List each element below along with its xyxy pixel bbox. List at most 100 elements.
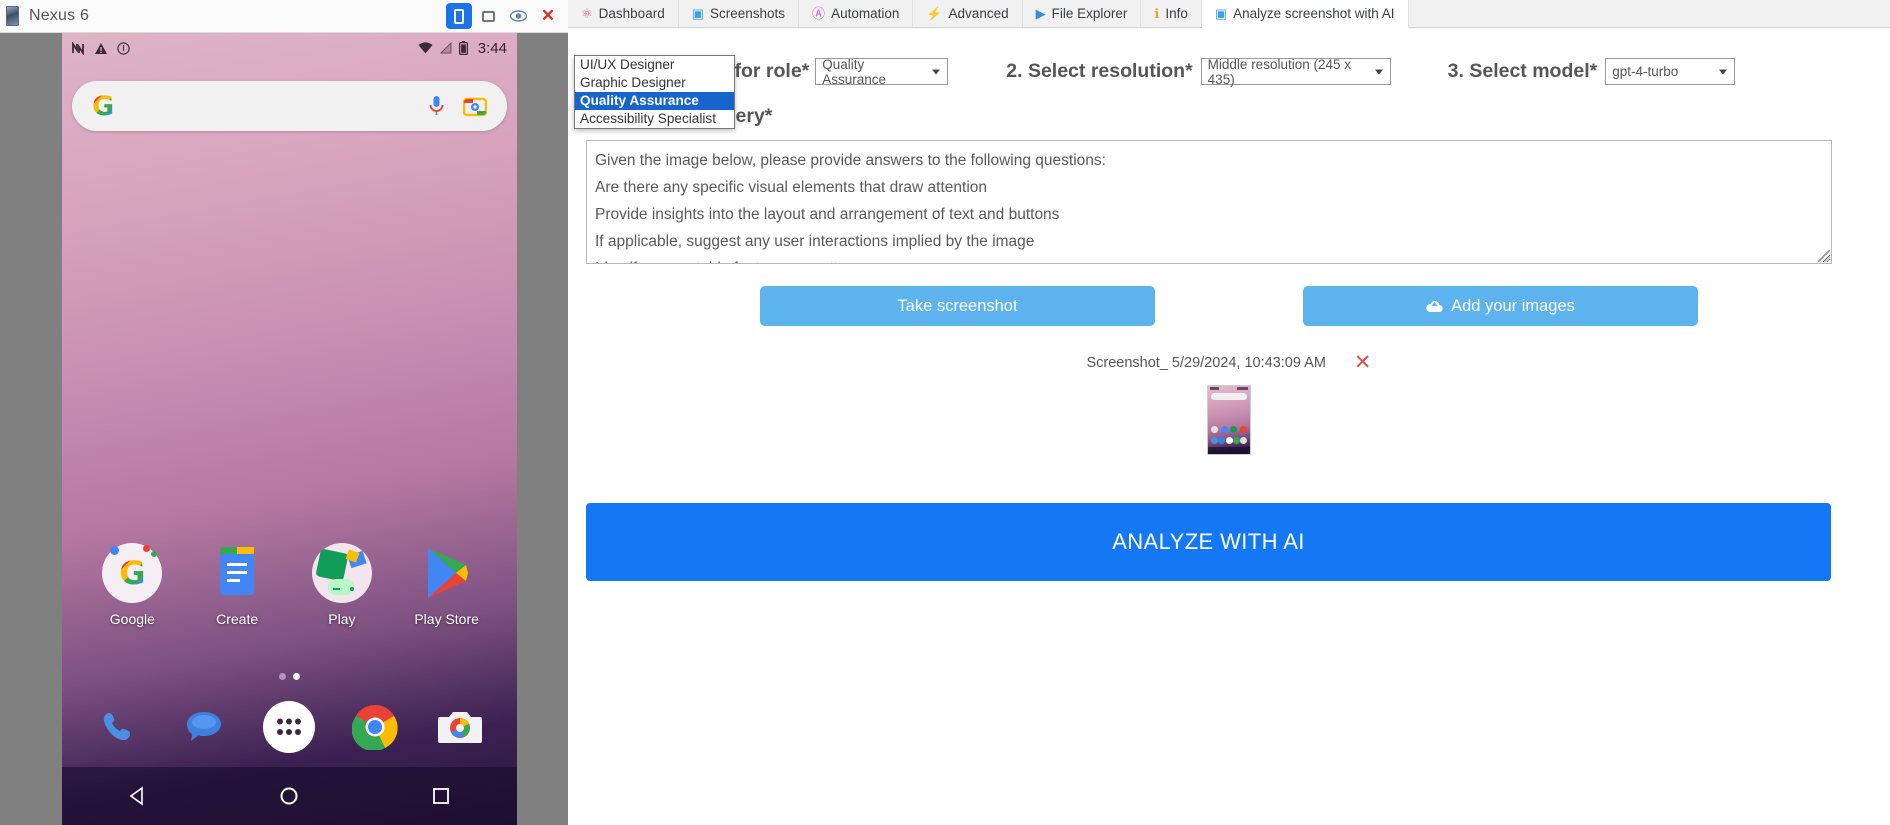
app-label: Create [216, 611, 259, 627]
chrome-icon[interactable] [349, 701, 401, 753]
microphone-icon[interactable] [428, 94, 445, 118]
analysis-form: 1. Select preset for role* Quality Assur… [568, 28, 1890, 825]
phone-device-icon [6, 6, 19, 26]
thumbnail-search-bar [1211, 393, 1247, 400]
tab-screenshots[interactable]: ▣ Screenshots [678, 0, 800, 27]
add-your-images-label: Add your images [1451, 296, 1575, 315]
app-icon-play[interactable]: Play [298, 543, 386, 627]
visibility-button[interactable] [504, 3, 532, 29]
tab-dashboard[interactable]: ⚛ Dashboard [568, 0, 679, 27]
phone-portrait-icon [454, 8, 464, 24]
model-select[interactable]: gpt-4-turbo [1605, 58, 1736, 85]
signal-icon [439, 42, 452, 54]
remove-attachment-button[interactable]: ✕ [1354, 352, 1372, 373]
app-label: Play [328, 611, 356, 627]
network-n-icon [72, 41, 84, 55]
android-status-bar: 3:44 [62, 33, 517, 63]
step-2-label: 2. Select resolution* [1006, 60, 1193, 82]
google-play-store-icon [417, 543, 477, 603]
tablet-landscape-icon [481, 10, 495, 22]
role-option-quality-assurance[interactable]: Quality Assurance [575, 92, 734, 110]
tab-advanced[interactable]: ⚡ Advanced [913, 0, 1023, 27]
chevron-down-icon [1719, 69, 1728, 74]
resolution-group: 2. Select resolution* Middle resolution … [1006, 56, 1391, 87]
info-circle-icon [117, 41, 130, 55]
back-triangle-icon[interactable] [115, 773, 161, 819]
phone-frame: 3:44 G G Google Create Play Play Store [0, 33, 568, 825]
tab-file-explorer[interactable]: ▶ File Explorer [1022, 0, 1142, 27]
lightning-bolt-icon: ⚡ [926, 6, 943, 21]
query-textarea[interactable]: Given the image below, please provide an… [586, 140, 1832, 264]
home-circle-icon[interactable] [266, 773, 312, 819]
role-option-ui-ux-designer[interactable]: UI/UX Designer [575, 56, 734, 74]
dashboard-icon: ⚛ [581, 6, 593, 21]
google-photos-camera-icon[interactable] [434, 701, 486, 753]
model-select-value: gpt-4-turbo [1612, 64, 1679, 79]
eye-icon [509, 10, 527, 22]
android-emulator-pane: Nexus 6 ✕ 3:44 G G Google Create Play Pl… [0, 0, 568, 825]
google-app-icon: G [102, 543, 163, 603]
tab-analyze-screenshot-with-ai[interactable]: ▣ Analyze screenshot with AI [1201, 0, 1409, 28]
thumbnail-nav-bar [1208, 447, 1250, 454]
recents-square-icon[interactable] [418, 773, 464, 819]
app-icon-google[interactable]: G Google [88, 543, 176, 627]
google-g-icon: G [92, 90, 115, 122]
role-select-dropdown[interactable]: UI/UX Designer Graphic Designer Quality … [574, 55, 735, 129]
tab-label: Screenshots [710, 6, 786, 21]
action-buttons-row: Take screenshot Add your images [586, 286, 1872, 326]
close-button[interactable]: ✕ [534, 3, 562, 29]
resolution-select-value: Middle resolution (245 x 435) [1207, 56, 1351, 87]
app-icon-play-store[interactable]: Play Store [403, 543, 491, 627]
camera-icon: ▣ [1214, 6, 1228, 21]
app-label: Play Store [414, 611, 479, 627]
tab-label: Analyze screenshot with AI [1233, 6, 1395, 21]
folder-icon: ▶ [1035, 6, 1046, 21]
role-option-accessibility-specialist[interactable]: Accessibility Specialist [575, 110, 734, 128]
role-select[interactable]: Quality Assurance [815, 57, 949, 87]
google-lens-icon[interactable] [463, 95, 487, 117]
wifi-icon [418, 42, 433, 54]
query-line: Identify any notable features or pattern… [595, 255, 1823, 263]
tab-automation[interactable]: Ⓐ Automation [799, 0, 914, 27]
analyze-with-ai-button[interactable]: ANALYZE WITH AI [586, 503, 1831, 581]
phone-screen: 3:44 G G Google Create Play Play Store [62, 33, 517, 825]
phone-dialer-icon[interactable] [93, 701, 145, 753]
attachment-file-name: Screenshot_ 5/29/2024, 10:43:09 AM [1086, 354, 1326, 371]
rotate-portrait-button[interactable] [446, 3, 472, 29]
add-your-images-button[interactable]: Add your images [1303, 286, 1698, 326]
page-dot-active [293, 673, 300, 680]
status-bar-clock: 3:44 [477, 39, 507, 57]
page-dot [279, 673, 286, 680]
take-screenshot-button[interactable]: Take screenshot [760, 286, 1155, 326]
tab-info[interactable]: ℹ Info [1141, 0, 1202, 27]
tab-label: Dashboard [598, 6, 665, 21]
attachment-thumbnail[interactable] [1207, 385, 1251, 455]
selects-row: 1. Select preset for role* Quality Assur… [586, 56, 1872, 87]
attachment-thumbnail-wrap [586, 385, 1872, 455]
home-screen-app-grid: G Google Create Play Play Store [62, 543, 517, 627]
query-line: Are there any specific visual elements t… [595, 179, 988, 196]
app-drawer-icon[interactable] [263, 701, 316, 753]
google-search-bar[interactable]: G [72, 81, 507, 131]
app-label: Google [109, 611, 155, 627]
ai-analysis-app-pane: ⚛ Dashboard ▣ Screenshots Ⓐ Automation ⚡… [568, 0, 1890, 825]
camera-icon: ▣ [691, 6, 704, 21]
tab-label: Advanced [948, 6, 1009, 21]
thumbnail-status-bar [1210, 387, 1248, 391]
app-icon-create[interactable]: Create [193, 543, 281, 627]
textarea-resize-handle[interactable] [1818, 250, 1830, 262]
query-line: Provide insights into the layout and arr… [595, 206, 1060, 223]
query-line: If applicable, suggest any user interact… [595, 233, 1035, 250]
rotate-landscape-button[interactable] [474, 3, 502, 29]
application-window: Nexus 6 ✕ 3:44 G G Google Create Play Pl… [0, 0, 1890, 825]
status-bar-right-icons: 3:44 [418, 40, 507, 57]
take-screenshot-label: Take screenshot [897, 296, 1018, 315]
tab-bar: ⚛ Dashboard ▣ Screenshots Ⓐ Automation ⚡… [568, 0, 1890, 28]
messages-icon[interactable] [178, 701, 230, 753]
battery-icon [458, 41, 468, 55]
android-navigation-bar [62, 767, 517, 825]
cloud-upload-icon [1426, 301, 1443, 313]
role-option-graphic-designer[interactable]: Graphic Designer [575, 74, 734, 92]
model-group: 3. Select model* gpt-4-turbo [1448, 58, 1736, 85]
resolution-select[interactable]: Middle resolution (245 x 435) [1200, 56, 1391, 87]
